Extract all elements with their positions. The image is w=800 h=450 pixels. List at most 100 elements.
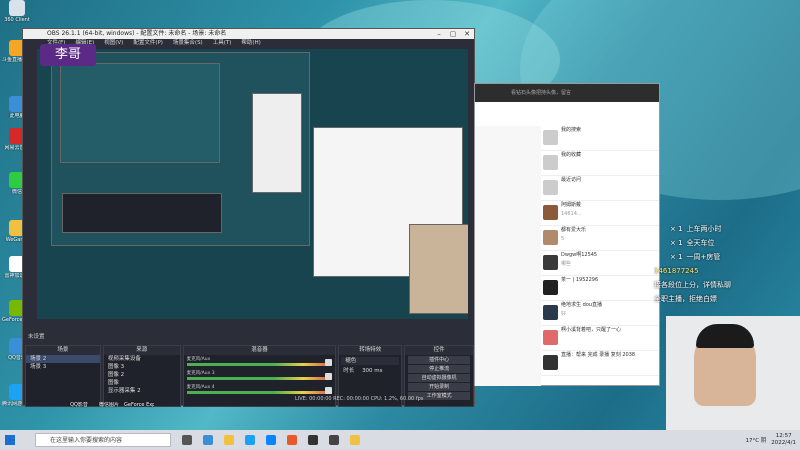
nested-preview xyxy=(60,63,220,163)
transitions-title: 转场特效 xyxy=(339,346,402,355)
contact-message: 哪些 xyxy=(561,261,572,267)
source-item[interactable]: 图像 3 xyxy=(104,363,180,371)
dock-bar-title: 未设置 xyxy=(23,332,476,342)
promo-line: × 1 一周+房管 xyxy=(650,250,800,264)
plugin-center-button[interactable]: 插件中心 xyxy=(408,356,470,364)
volume-meter[interactable] xyxy=(186,377,333,380)
promo-text: 全职主播，拒绝白嫖 xyxy=(654,295,717,303)
desktop-icon[interactable]: GeForce Experience xyxy=(124,402,154,408)
obs-statusbar: LIVE: 00:00:00 REC: 00:00:00 CPU: 1.2%, … xyxy=(295,396,424,402)
nested-webcam xyxy=(409,224,468,314)
chat-feed xyxy=(475,126,541,386)
chat-window[interactable]: 看钻石头像把持头像，留言 我的搜索我的收藏最近访问阿姆斯戴 14614... 都有爱… xyxy=(474,83,660,386)
source-item[interactable]: 图像 xyxy=(104,379,180,387)
clock[interactable]: 12:57 2022/4/1 xyxy=(771,433,796,447)
webcam-feed xyxy=(666,316,800,430)
taskbar-app-icon[interactable] xyxy=(308,435,318,445)
speaker-icon[interactable] xyxy=(325,387,333,394)
avatar xyxy=(543,130,558,145)
sources-title: 来源 xyxy=(103,346,180,355)
speaker-icon[interactable] xyxy=(325,359,333,366)
source-item[interactable]: 视频采集设备 xyxy=(104,355,180,363)
mixer-channel: 麦克风/Aux 4 xyxy=(186,385,333,396)
close-icon[interactable]: ✕ xyxy=(460,29,474,39)
streamer-name-badge: 李哥 xyxy=(40,44,96,66)
volume-meter[interactable] xyxy=(186,363,333,366)
duration-field[interactable]: 时长 300 ms xyxy=(339,367,401,375)
contact-item[interactable]: 啊小溪背着吧，只醒了一心 xyxy=(541,326,659,351)
controls-title: 控件 xyxy=(405,346,473,355)
menu-item[interactable]: 视图(V) xyxy=(104,39,123,48)
duration-value: 300 ms xyxy=(362,368,383,374)
menu-item[interactable]: 场景集合(S) xyxy=(173,39,203,48)
promo-overlay: × 1 上车两小时 × 1 全天车位 × 1 一周+房管 1461877245 接各段位上分，… xyxy=(650,222,800,314)
avatar xyxy=(543,255,558,270)
taskbar-app-icon[interactable] xyxy=(266,435,276,445)
obs-window[interactable]: OBS 26.1.1 (64-bit, windows) - 配置文件: 未命名… xyxy=(22,28,476,407)
contact-item[interactable]: 我的搜索 xyxy=(541,126,659,151)
badge-count: × 1 xyxy=(670,239,683,247)
start-icon[interactable] xyxy=(5,435,15,445)
contact-item[interactable]: 绝地求生 dou直播好 xyxy=(541,301,659,326)
scene-item[interactable]: 场景 2 xyxy=(26,355,100,363)
contact-name: 茶一 | 1952296 xyxy=(561,277,599,283)
chat-header: 看钻石头像把持头像，留言 xyxy=(475,84,659,102)
promo-line: 全职主播，拒绝白嫖 xyxy=(650,292,800,306)
obs-preview[interactable] xyxy=(37,49,468,319)
taskbar-app-icon[interactable] xyxy=(245,435,255,445)
contact-item[interactable]: 都有爱大乐 5 xyxy=(541,226,659,251)
contact-item[interactable]: Dwgw啊12545 哪些 xyxy=(541,251,659,276)
source-item[interactable]: 显示器采集 2 xyxy=(104,387,180,395)
source-item[interactable]: 图像 2 xyxy=(104,371,180,379)
desktop-icon[interactable]: 360 Client xyxy=(2,0,32,23)
badge-count: × 1 xyxy=(670,225,683,233)
desktop-icon-label: GeForce Experience xyxy=(124,402,154,408)
menu-item[interactable]: 帮助(H) xyxy=(241,39,260,48)
promo-text: 全天车位 xyxy=(686,239,715,247)
taskbar-app-icon[interactable] xyxy=(287,435,297,445)
start-recording-button[interactable]: 开始录制 xyxy=(408,383,470,391)
taskbar-app-icon[interactable] xyxy=(182,435,192,445)
streamer-name: 李哥 xyxy=(54,47,81,62)
contact-name: 我的搜索 xyxy=(561,127,582,133)
taskbar-app-icon[interactable] xyxy=(329,435,339,445)
contact-message: 好 xyxy=(561,311,567,317)
volume-meter[interactable] xyxy=(186,391,333,394)
desktop-icon-label: 微信图片 xyxy=(98,402,119,408)
contact-name: Dwgw啊12545 xyxy=(561,252,598,258)
speaker-icon[interactable] xyxy=(325,373,333,380)
contact-item[interactable]: 阿姆斯戴 14614... xyxy=(541,201,659,226)
obs-title: OBS 26.1.1 (64-bit, windows) - 配置文件: 未命名… xyxy=(23,29,474,39)
taskbar-search[interactable]: 在这里输入你要搜索的内容 xyxy=(35,433,171,447)
maximize-icon[interactable]: ▢ xyxy=(446,29,460,39)
stop-stream-button[interactable]: 停止推流 xyxy=(408,365,470,373)
contact-message: 14614... xyxy=(561,211,582,217)
weather-status[interactable]: 17°C 阴 xyxy=(745,436,766,444)
menu-item[interactable]: 工具(T) xyxy=(213,39,232,48)
avatar xyxy=(543,355,558,370)
transition-select[interactable]: 褪色 xyxy=(341,357,400,365)
contact-name: 啊小溪背着吧，只醒了一心 xyxy=(561,327,622,333)
contact-item[interactable]: 我的收藏 xyxy=(541,151,659,176)
taskbar-app-icon[interactable] xyxy=(350,435,360,445)
taskbar-app-icon[interactable] xyxy=(203,435,213,445)
scenes-title: 场景 xyxy=(26,346,100,355)
minimize-icon[interactable]: – xyxy=(432,29,446,39)
contact-name: 直播：帮来 完成 录播 复刻 2038 xyxy=(561,352,636,358)
desktop-icon[interactable]: QQ影音 xyxy=(64,402,94,408)
contact-name: 我的收藏 xyxy=(561,152,582,158)
promo-text: 接各段位上分，详情私聊 xyxy=(654,281,731,289)
virtual-camera-button[interactable]: 自动虚拟摄像机 xyxy=(408,374,470,382)
desktop-icon[interactable]: 微信图片 xyxy=(94,402,124,408)
contact-message: 5 xyxy=(561,236,565,242)
avatar xyxy=(543,205,558,220)
contact-item[interactable]: 茶一 | 1952296 xyxy=(541,276,659,301)
menu-item[interactable]: 配置文件(P) xyxy=(133,39,163,48)
contact-name: 最近访问 xyxy=(561,177,582,183)
scene-item[interactable]: 场景 3 xyxy=(26,363,100,371)
contact-item[interactable]: 最近访问 xyxy=(541,176,659,201)
contact-item[interactable]: 直播：帮来 完成 录播 复刻 2038 xyxy=(541,351,659,376)
avatar xyxy=(543,305,558,320)
system-tray: 17°C 阴 12:57 2022/4/1 xyxy=(745,430,796,450)
taskbar-app-icon[interactable] xyxy=(224,435,234,445)
